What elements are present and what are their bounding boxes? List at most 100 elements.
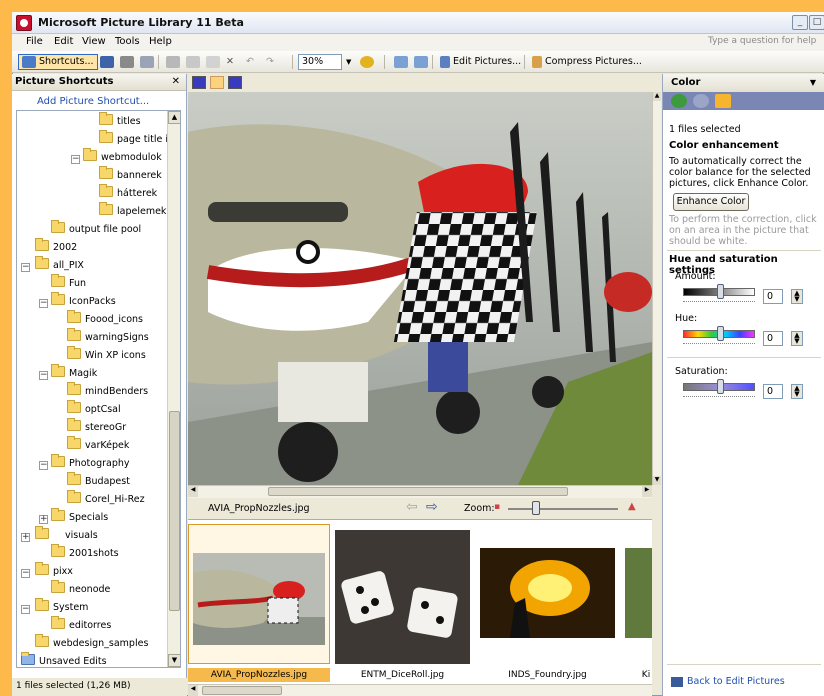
zoom-in-icon[interactable]: ▲: [628, 501, 636, 512]
saturation-slider-knob[interactable]: [717, 379, 724, 394]
thumbnail[interactable]: [480, 548, 615, 638]
picture-vertical-scrollbar[interactable]: ▲ ▼: [652, 92, 661, 485]
expand-toggle[interactable]: +: [21, 533, 30, 542]
tree-node[interactable]: pixx: [35, 562, 73, 580]
zoom-slider-knob[interactable]: [532, 501, 540, 515]
saturation-slider[interactable]: [683, 379, 755, 394]
scroll-left-arrow[interactable]: ◀: [188, 685, 198, 696]
collapse-toggle[interactable]: −: [21, 263, 30, 272]
cut-button[interactable]: [162, 54, 184, 70]
menu-view[interactable]: View: [82, 36, 106, 47]
zoom-dropdown-arrow[interactable]: ▼: [342, 54, 355, 70]
tree-node[interactable]: webmodulok: [83, 148, 162, 166]
print-button[interactable]: [116, 54, 138, 70]
thumbnail[interactable]: [335, 530, 470, 664]
tree-node[interactable]: editorres: [51, 616, 111, 634]
thumbnails-view-icon[interactable]: [192, 76, 206, 89]
filmstrip-view-icon[interactable]: [210, 76, 224, 89]
edit-pictures-button[interactable]: Edit Pictures...: [436, 54, 525, 70]
folder-tree[interactable]: titles page title imag − webmodulok bann…: [16, 110, 181, 668]
next-arrow-icon[interactable]: ⇨: [426, 499, 438, 515]
saturation-spinner[interactable]: ▲ ▼: [791, 384, 803, 399]
previous-arrow-icon[interactable]: ⇦: [406, 499, 418, 515]
paste-button[interactable]: [202, 54, 224, 70]
thumbnail-selected[interactable]: [188, 524, 330, 664]
hue-slider-knob[interactable]: [717, 326, 724, 341]
tree-node[interactable]: 2002: [35, 238, 77, 256]
scroll-thumb[interactable]: [169, 411, 180, 611]
scroll-down-arrow[interactable]: ▼: [168, 654, 180, 667]
saturation-value[interactable]: 0: [763, 384, 783, 399]
amount-value[interactable]: 0: [763, 289, 783, 304]
tree-node[interactable]: lapelemek: [99, 202, 166, 220]
tree-node[interactable]: Win XP icons: [67, 346, 146, 364]
tree-node[interactable]: output file pool: [51, 220, 141, 238]
tree-node[interactable]: System: [35, 598, 88, 616]
compress-pictures-button[interactable]: Compress Pictures...: [528, 54, 646, 70]
amount-slider-knob[interactable]: [717, 284, 724, 299]
picture-horizontal-scrollbar[interactable]: ◀ ▶: [188, 485, 652, 498]
rotate-right-button[interactable]: [410, 54, 432, 70]
menu-help[interactable]: Help: [149, 36, 172, 47]
back-arrow-icon[interactable]: [671, 94, 687, 108]
tree-node[interactable]: Specials: [51, 508, 108, 526]
tree-scrollbar[interactable]: ▲ ▼: [167, 111, 180, 667]
tree-node[interactable]: webdesign_samples: [35, 634, 148, 652]
maximize-button[interactable]: □: [809, 15, 824, 30]
collapse-toggle[interactable]: −: [21, 605, 30, 614]
tree-node[interactable]: Foood_icons: [67, 310, 143, 328]
menu-tools[interactable]: Tools: [115, 36, 140, 47]
add-picture-shortcut-link[interactable]: Add Picture Shortcut...: [37, 96, 149, 107]
tree-node[interactable]: neonode: [51, 580, 110, 598]
menu-edit[interactable]: Edit: [54, 36, 73, 47]
scroll-down-arrow[interactable]: ▼: [653, 476, 661, 485]
tree-node[interactable]: mindBenders: [67, 382, 148, 400]
tree-node[interactable]: optCsal: [67, 400, 121, 418]
tree-node[interactable]: visuals: [35, 526, 98, 544]
forward-arrow-icon[interactable]: [693, 94, 709, 108]
close-icon[interactable]: ✕: [172, 74, 180, 90]
hue-value[interactable]: 0: [763, 331, 783, 346]
tree-node-selected[interactable]: Corel_Hi-Rez: [67, 490, 145, 508]
back-to-edit-pictures-link[interactable]: Back to Edit Pictures: [687, 676, 785, 687]
tree-node[interactable]: 2001shots: [51, 544, 119, 562]
scroll-up-arrow[interactable]: ▲: [168, 111, 180, 124]
hue-slider[interactable]: [683, 326, 755, 341]
collapse-toggle[interactable]: −: [21, 569, 30, 578]
expand-toggle[interactable]: +: [39, 515, 48, 524]
tree-node[interactable]: Fun: [51, 274, 86, 292]
save-button[interactable]: [96, 54, 118, 70]
undo-button[interactable]: ↶: [242, 54, 258, 70]
help-search-box[interactable]: Type a question for help: [708, 36, 816, 46]
tree-node[interactable]: Photography: [51, 454, 130, 472]
chevron-down-icon[interactable]: ▼: [810, 74, 816, 91]
amount-slider[interactable]: [683, 284, 755, 299]
collapse-toggle[interactable]: −: [71, 155, 80, 164]
scroll-right-arrow[interactable]: ▶: [642, 486, 652, 497]
collapse-toggle[interactable]: −: [39, 371, 48, 380]
amount-spinner[interactable]: ▲ ▼: [791, 289, 803, 304]
tree-node[interactable]: hátterek: [99, 184, 157, 202]
home-icon[interactable]: [715, 94, 731, 108]
tree-node[interactable]: stereoGr: [67, 418, 126, 436]
tree-node[interactable]: Unsaved Edits: [21, 652, 107, 667]
tree-node[interactable]: bannerek: [99, 166, 162, 184]
shortcuts-button[interactable]: Shortcuts...: [18, 54, 98, 70]
collapse-toggle[interactable]: −: [39, 299, 48, 308]
help-button[interactable]: [356, 54, 378, 70]
tree-node[interactable]: Magik: [51, 364, 97, 382]
redo-button[interactable]: ↷: [262, 54, 278, 70]
minimize-button[interactable]: _: [792, 15, 808, 30]
rotate-left-button[interactable]: [390, 54, 412, 70]
single-picture-view-icon[interactable]: [228, 76, 242, 89]
collapse-toggle[interactable]: −: [39, 461, 48, 470]
tree-node[interactable]: Budapest: [67, 472, 130, 490]
tree-node[interactable]: warningSigns: [67, 328, 149, 346]
menu-file[interactable]: File: [26, 36, 43, 47]
copy-button[interactable]: [182, 54, 204, 70]
tree-node[interactable]: varKépek: [67, 436, 129, 454]
tree-node[interactable]: all_PIX: [35, 256, 84, 274]
hue-spinner[interactable]: ▲ ▼: [791, 331, 803, 346]
thumbnail-partial[interactable]: [625, 548, 652, 638]
zoom-slider-track[interactable]: [508, 508, 618, 510]
